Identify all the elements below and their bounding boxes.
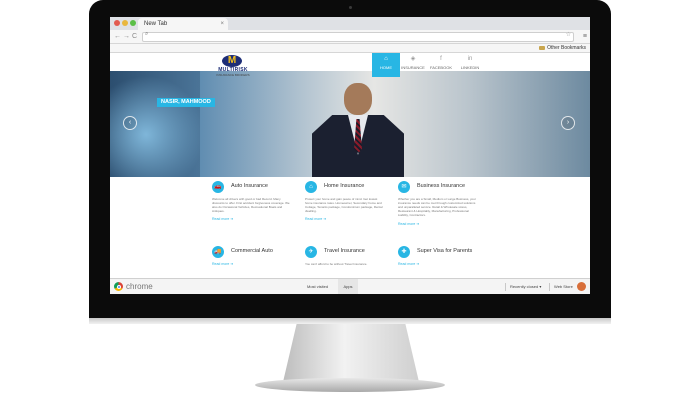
close-window-icon[interactable] — [114, 20, 120, 26]
features-section: 🚗 Auto Insurance Welcome all drivers wit… — [110, 177, 590, 278]
tab-close-icon[interactable]: × — [220, 18, 224, 30]
home-icon: ⌂ — [305, 181, 317, 193]
hero-slider: NASIR, MAHMOOD ‹ › — [110, 71, 590, 177]
logo-mark: M — [227, 55, 237, 66]
webcam — [349, 6, 352, 9]
nav-linkedin-label: LINKEDIN — [460, 65, 480, 70]
feature-title[interactable]: Home Insurance — [324, 183, 364, 189]
monitor-stand-base — [255, 378, 445, 392]
head — [344, 83, 372, 115]
screen: New Tab × ← → C ⌕ ☆ ≡ Other Bookmarks NA… — [110, 17, 590, 294]
tab-bar: New Tab × — [110, 17, 590, 30]
logo-tagline: INSURANCE BROKERS — [216, 73, 250, 77]
feature-text: Whether you are a Small, Medium or Large… — [398, 197, 476, 217]
home-icon: ⌂ — [384, 56, 388, 62]
briefcase-icon: ✉ — [398, 181, 410, 193]
browser-toolbar: ← → C ⌕ ☆ ≡ — [110, 30, 590, 44]
plane-icon: ✈ — [305, 246, 317, 258]
slider-prev-button[interactable]: ‹ — [123, 116, 137, 130]
feature-text: Welcome all drivers with good or bad Rec… — [212, 197, 290, 213]
shield-icon: ◈ — [410, 56, 416, 62]
apps-label: Apps — [343, 284, 353, 289]
person-photo — [308, 81, 408, 177]
tab-title: New Tab — [144, 21, 168, 27]
site-logo[interactable]: M MULTIRISK INSURANCE BROKERS — [210, 55, 256, 79]
chrome-logo-icon — [114, 282, 123, 291]
search-icon: ⌕ — [145, 31, 149, 37]
read-more-link[interactable]: Read more ➜ — [398, 262, 419, 266]
divider — [549, 283, 550, 291]
linkedin-icon: in — [467, 56, 473, 62]
feature-text: Protect your home and gain peace of mind… — [305, 197, 383, 213]
address-bar[interactable]: ⌕ ☆ — [142, 31, 574, 42]
avatar[interactable] — [577, 282, 586, 291]
most-visited-tab[interactable]: Most visited — [307, 279, 328, 294]
nav-facebook-label: FACEBOOK — [429, 65, 452, 70]
slider-next-button[interactable]: › — [561, 116, 575, 130]
truck-icon: 🚚 — [212, 246, 224, 258]
chrome-shelf: chrome Most visited Apps Recently closed… — [110, 278, 590, 294]
nav-facebook[interactable]: f FACEBOOK — [427, 53, 455, 77]
hero-name-badge: NASIR, MAHMOOD — [157, 98, 215, 107]
forward-icon[interactable]: → — [123, 30, 130, 43]
read-more-link[interactable]: Read more ➜ — [398, 222, 419, 226]
site-header: M MULTIRISK INSURANCE BROKERS ⌂ HOME ◈ I… — [110, 53, 590, 77]
divider — [505, 283, 506, 291]
monitor-chin — [89, 318, 611, 324]
web-store-link[interactable]: Web Store — [554, 279, 573, 294]
medical-icon: ✚ — [398, 246, 410, 258]
feature-title[interactable]: Super Visa for Parents — [417, 248, 472, 254]
read-more-link[interactable]: Read more ➜ — [305, 217, 326, 221]
star-icon[interactable]: ☆ — [566, 31, 571, 38]
nav-home-label: HOME — [380, 65, 392, 70]
nav-insurance[interactable]: ◈ INSURANCE — [399, 53, 427, 77]
recently-closed-menu[interactable]: Recently closed ▾ — [510, 279, 541, 294]
nav-linkedin[interactable]: in LINKEDIN — [456, 53, 484, 77]
tab-new-tab[interactable]: New Tab × — [138, 18, 228, 30]
read-more-link[interactable]: Read more ➜ — [212, 262, 233, 266]
menu-icon[interactable]: ≡ — [583, 30, 587, 43]
minimize-window-icon[interactable] — [122, 20, 128, 26]
feature-title[interactable]: Commercial Auto — [231, 248, 273, 254]
feature-title[interactable]: Travel Insurance — [324, 248, 365, 254]
feature-title[interactable]: Auto Insurance — [231, 183, 268, 189]
nav-insurance-label: INSURANCE — [401, 65, 425, 70]
website: NASIR, MAHMOOD ‹ › M MULTIRISK INSURANCE… — [110, 53, 590, 278]
folder-icon — [539, 45, 546, 50]
other-bookmarks-label: Other Bookmarks — [547, 45, 586, 51]
chrome-label: chrome — [126, 282, 153, 291]
monitor-stand — [283, 324, 419, 382]
car-icon: 🚗 — [212, 181, 224, 193]
feature-title[interactable]: Business Insurance — [417, 183, 465, 189]
maximize-window-icon[interactable] — [130, 20, 136, 26]
facebook-icon: f — [440, 56, 442, 62]
feature-text: You can't afford to be without Travel In… — [305, 262, 368, 266]
nav-home[interactable]: ⌂ HOME — [372, 53, 400, 77]
back-icon[interactable]: ← — [114, 30, 121, 43]
apps-tab[interactable]: Apps — [338, 279, 358, 294]
reload-icon[interactable]: C — [132, 30, 137, 43]
other-bookmarks[interactable]: Other Bookmarks — [539, 44, 586, 52]
bookmarks-bar: Other Bookmarks — [110, 44, 590, 53]
read-more-link[interactable]: Read more ➜ — [212, 217, 233, 221]
